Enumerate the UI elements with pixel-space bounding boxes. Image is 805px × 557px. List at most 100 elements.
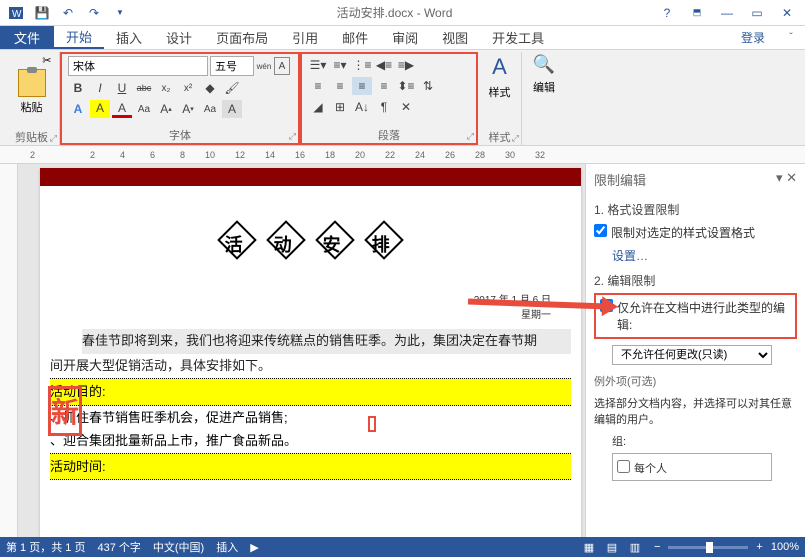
zoom-in-button[interactable]: + [756, 541, 762, 553]
hl-heading-1: 活动目的: [50, 380, 571, 403]
increase-indent-button[interactable]: ≡▶ [396, 56, 416, 74]
sort-button[interactable]: A↓ [352, 98, 372, 116]
edit-type-select[interactable]: 不允许任何更改(只读) [612, 345, 772, 365]
find-icon[interactable]: 🔍 [533, 54, 555, 75]
para-group-label: 段落 [302, 127, 476, 143]
show-marks-button[interactable]: ¶ [374, 98, 394, 116]
status-macro-icon[interactable]: ▶ [250, 541, 258, 554]
multilevel-button[interactable]: ⋮≡ [352, 56, 372, 74]
horizontal-ruler[interactable]: 2 2 4 6 8 10 12 14 16 18 20 22 24 26 28 … [0, 146, 805, 164]
save-icon[interactable]: 💾 [30, 2, 54, 24]
bold-button[interactable]: B [68, 79, 88, 97]
zoom-slider[interactable] [668, 546, 748, 549]
group-font: wén A B I U abc x₂ x² ◆ 🖌 A A A Aa A▴ A▾… [60, 52, 300, 145]
tab-mailings[interactable]: 邮件 [330, 26, 380, 49]
window-title: 活动安排.docx - Word [136, 4, 653, 21]
login-link[interactable]: 登录 [729, 26, 777, 49]
enclose-button[interactable]: Aa [134, 100, 154, 118]
everyone-checkbox[interactable] [617, 460, 630, 473]
zoom-level[interactable]: 100% [771, 541, 799, 553]
numbering-button[interactable]: ≡▾ [330, 56, 350, 74]
zoom-out-button[interactable]: − [654, 541, 660, 553]
minimize-button[interactable]: — [713, 2, 741, 24]
align-center-button[interactable]: ≡ [330, 77, 350, 95]
format-restrict-title: 1. 格式设置限制 [594, 201, 797, 218]
group-styles: A 样式 样式 ⤢ [478, 52, 522, 145]
status-page[interactable]: 第 1 页，共 1 页 [6, 539, 85, 555]
styles-icon[interactable]: A [492, 54, 507, 80]
qat-customize-icon[interactable]: ▼ [108, 2, 132, 24]
paste-button[interactable]: ✂ 粘贴 [12, 54, 52, 115]
undo-icon[interactable]: ↶ [56, 2, 80, 24]
cut-icon[interactable]: ✂ [42, 54, 51, 67]
style-launcher[interactable]: ⤢ [512, 133, 519, 144]
status-words[interactable]: 437 个字 [97, 539, 140, 555]
asian-layout-button[interactable]: ✕ [396, 98, 416, 116]
char-shading-button[interactable]: A [222, 100, 242, 118]
shading-button[interactable]: ◢ [308, 98, 328, 116]
pane-menu-icon[interactable]: ▾ [776, 170, 783, 185]
strike-button[interactable]: abc [134, 79, 154, 97]
document-page[interactable]: 活 动 安 排 2017 年 1 月 6 日星期一 新 春佳节即将到来，我们也将… [40, 168, 581, 537]
close-button[interactable]: ✕ [773, 2, 801, 24]
pane-title: 限制编辑 [594, 170, 646, 189]
print-layout-button[interactable]: ▤ [601, 539, 623, 555]
format-settings-link[interactable]: 设置… [612, 247, 797, 264]
font-size-input[interactable] [210, 56, 254, 76]
vertical-ruler[interactable] [0, 164, 18, 537]
underline-button[interactable]: U [112, 79, 132, 97]
align-left-button[interactable]: ≡ [308, 77, 328, 95]
tab-layout[interactable]: 页面布局 [204, 26, 280, 49]
paste-label: 粘贴 [12, 99, 52, 115]
paragraph-2: 间开展大型促销活动，具体安排如下。 [50, 354, 571, 379]
shrink-font-button[interactable]: A▾ [178, 100, 198, 118]
pinyin-button[interactable]: wén [256, 57, 272, 75]
status-language[interactable]: 中文(中国) [153, 539, 204, 555]
format-painter-button[interactable]: 🖌 [222, 79, 242, 97]
borders-button[interactable]: ⊞ [330, 98, 350, 116]
tab-design[interactable]: 设计 [154, 26, 204, 49]
clear-format-button[interactable]: ◆ [200, 79, 220, 97]
line-spacing-button[interactable]: ⇅ [418, 77, 438, 95]
highlight-button[interactable]: A [90, 100, 110, 118]
italic-button[interactable]: I [90, 79, 110, 97]
tab-developer[interactable]: 开发工具 [480, 26, 556, 49]
char-border-button[interactable]: A [274, 57, 290, 75]
align-right-button[interactable]: ≡ [352, 77, 372, 95]
ribbon-hide-icon[interactable]: ˇ [777, 26, 805, 48]
edit-restrict-check[interactable]: 仅允许在文档中进行此类型的编辑: [594, 293, 797, 339]
font-launcher[interactable]: ⤢ [289, 131, 296, 142]
redo-icon[interactable]: ↷ [82, 2, 106, 24]
tab-insert[interactable]: 插入 [104, 26, 154, 49]
status-insert-mode[interactable]: 插入 [216, 539, 238, 555]
maximize-button[interactable]: ▭ [743, 2, 771, 24]
tab-file[interactable]: 文件 [0, 26, 54, 49]
grow-font-button[interactable]: A▴ [156, 100, 176, 118]
format-restrict-check[interactable]: 限制对选定的样式设置格式 [594, 222, 797, 243]
help-button[interactable]: ? [653, 2, 681, 24]
tab-home[interactable]: 开始 [54, 26, 104, 49]
tab-references[interactable]: 引用 [280, 26, 330, 49]
para-launcher[interactable]: ⤢ [467, 131, 474, 142]
group-listbox[interactable]: 每个人 [612, 453, 772, 481]
change-case-button[interactable]: Aa [200, 100, 220, 118]
distribute-button[interactable]: ⬍≡ [396, 77, 416, 95]
bullets-button[interactable]: ☰▾ [308, 56, 328, 74]
subscript-button[interactable]: x₂ [156, 79, 176, 97]
justify-button[interactable]: ≡ [374, 77, 394, 95]
clipboard-launcher[interactable]: ⤢ [50, 133, 57, 144]
read-mode-button[interactable]: ▦ [578, 539, 600, 555]
web-layout-button[interactable]: ▥ [624, 539, 646, 555]
doc-date: 2017 年 1 月 6 日星期一 [50, 291, 551, 321]
ribbon-collapse-button[interactable]: ⬒ [683, 2, 711, 24]
page-header-bar [40, 168, 581, 186]
font-name-input[interactable] [68, 56, 208, 76]
text-effects-button[interactable]: A [68, 100, 88, 118]
format-restrict-checkbox[interactable] [594, 224, 607, 237]
decrease-indent-button[interactable]: ◀≡ [374, 56, 394, 74]
pane-close-button[interactable]: ✕ [786, 170, 797, 185]
tab-review[interactable]: 审阅 [380, 26, 430, 49]
superscript-button[interactable]: x² [178, 79, 198, 97]
tab-view[interactable]: 视图 [430, 26, 480, 49]
font-color-button[interactable]: A [112, 100, 132, 118]
